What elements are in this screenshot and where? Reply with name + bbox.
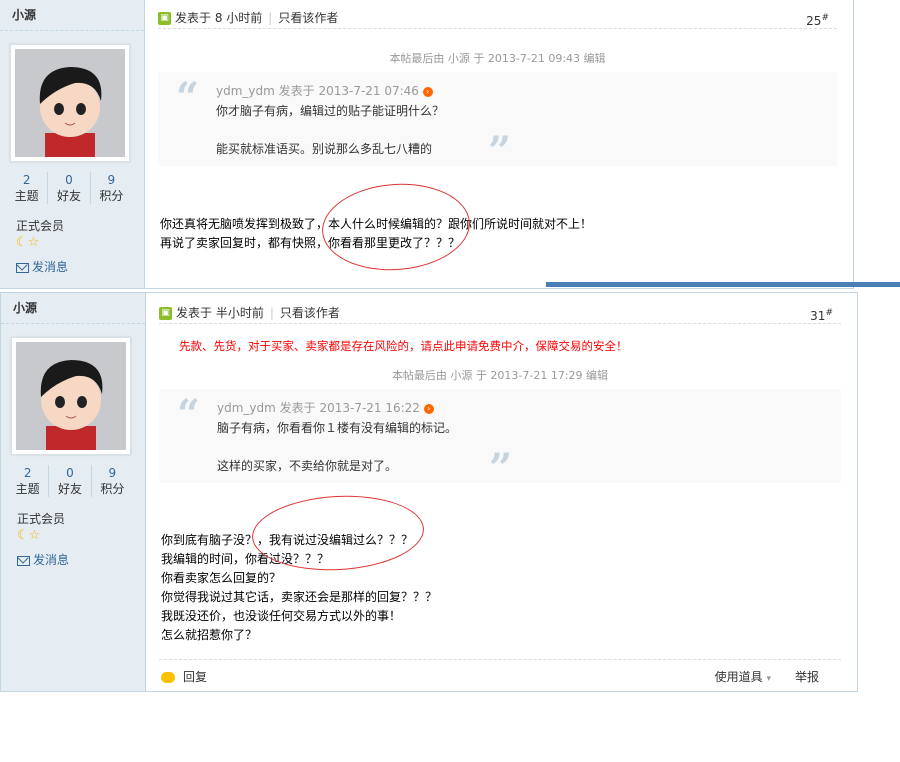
post-body-line: 怎么就招惹你了？ <box>161 628 258 642</box>
report-link[interactable]: 举报 <box>795 668 819 685</box>
quote-line: 脑子有病，你看看你１楼有没有编辑的标记。 <box>217 421 458 435</box>
stat-friends[interactable]: 0 好友 <box>47 172 89 204</box>
use-tools-menu[interactable]: 使用道具 ▾ <box>715 668 771 685</box>
quote-line: 这样的买家，不卖给你就是对了。 <box>217 459 398 473</box>
avatar-image <box>15 49 125 157</box>
post-31: 小源 2 主题 0 好友 9 积分 正式会员 ☾☆ 发消息 ▣ 发表于 半小时前… <box>0 292 858 692</box>
stat-points[interactable]: 9 积分 <box>89 172 132 204</box>
avatar[interactable] <box>11 337 131 455</box>
user-sidebar: 小源 2 主题 0 好友 9 积分 正式会员 ☾☆ 发消息 <box>1 293 146 691</box>
moon-icon: ☾ <box>17 528 29 543</box>
send-message-link[interactable]: 发消息 <box>16 258 68 275</box>
quote-block: “ ydm_ydm 发表于 2013-7-21 07:46 › 你才脑子有病，编… <box>158 72 837 175</box>
open-quote-icon: “ <box>177 391 201 438</box>
quote-block: “ ydm_ydm 发表于 2013-7-21 16:22 › 脑子有病，你看看… <box>159 389 841 492</box>
close-quote-icon: ” <box>489 445 513 492</box>
post-header: ▣ 发表于 8 小时前 | 只看该作者 25# <box>158 8 837 29</box>
dropdown-arrow-icon: ▾ <box>766 674 771 684</box>
floor-number[interactable]: 25# <box>806 8 829 31</box>
user-rank[interactable]: 正式会员 <box>16 217 64 234</box>
avatar-image <box>16 342 126 450</box>
stat-threads[interactable]: 2 主题 <box>6 172 47 204</box>
post-icon: ▣ <box>158 12 171 25</box>
user-rank[interactable]: 正式会员 <box>17 510 65 527</box>
quote-header: ydm_ydm 发表于 2013-7-21 16:22 › <box>217 399 434 416</box>
separator: | <box>269 306 274 320</box>
post-footer: 回复 使用道具 ▾ 举报 <box>159 659 841 690</box>
post-header: ▣ 发表于 半小时前 | 只看该作者 31# <box>159 303 841 324</box>
separator: | <box>268 11 273 25</box>
escrow-notice-link[interactable]: 先款、先货，对于买家、卖家都是存在风险的，请点此申请免费中介，保障交易的安全！ <box>179 338 628 354</box>
post-body-line: 你觉得我说过其它话，卖家还会是那样的回复？？？ <box>161 590 438 604</box>
quote-line: 你才脑子有病，编辑过的贴子能证明什么？ <box>216 104 445 118</box>
stat-friends[interactable]: 0 好友 <box>48 465 90 497</box>
goto-icon[interactable]: › <box>423 403 434 414</box>
post-content: ▣ 发表于 半小时前 | 只看该作者 31# 先款、先货，对于买家、卖家都是存在风险的… <box>159 293 841 691</box>
rank-stars: ☾☆ <box>16 235 39 250</box>
quote-line: 能买就标准语买。别说那么多乱七八糟的 <box>216 142 433 156</box>
post-body-line: 我既没还价，也没谈任何交易方式以外的事！ <box>161 609 402 623</box>
edited-note: 本帖最后由 小源 于 2013-7-21 09:43 编辑 <box>389 52 606 65</box>
send-message-link[interactable]: 发消息 <box>17 551 69 568</box>
only-author-link[interactable]: 只看该作者 <box>278 11 338 25</box>
close-quote-icon: ” <box>488 128 512 175</box>
star-icon: ☆ <box>28 528 41 543</box>
star-icon: ☆ <box>27 235 40 250</box>
posted-time: 发表于 半小时前 <box>176 306 264 320</box>
avatar[interactable] <box>10 44 130 162</box>
user-stats: 2 主题 0 好友 9 积分 <box>6 172 132 204</box>
moon-icon: ☾ <box>16 235 28 250</box>
floor-number[interactable]: 31# <box>810 303 833 326</box>
quote-header: ydm_ydm 发表于 2013-7-21 07:46 › <box>216 82 433 99</box>
mail-icon <box>16 262 29 273</box>
mail-icon <box>17 555 30 566</box>
post-icon: ▣ <box>159 307 172 320</box>
posted-time: 发表于 8 小时前 <box>175 11 263 25</box>
rank-stars: ☾☆ <box>17 528 40 543</box>
stat-points[interactable]: 9 积分 <box>90 465 133 497</box>
stat-threads[interactable]: 2 主题 <box>7 465 48 497</box>
reply-icon <box>161 672 175 683</box>
edited-note: 本帖最后由 小源 于 2013-7-21 17:29 编辑 <box>391 369 609 382</box>
open-quote-icon: “ <box>176 74 200 121</box>
post-content: ▣ 发表于 8 小时前 | 只看该作者 25# 本帖最后由 小源 于 2013-7-2… <box>158 0 837 288</box>
username-link[interactable]: 小源 <box>0 0 144 31</box>
horizontal-scrollbar[interactable] <box>546 282 900 287</box>
reply-button[interactable]: 回复 <box>161 668 207 685</box>
user-stats: 2 主题 0 好友 9 积分 <box>7 465 133 497</box>
user-sidebar: 小源 2 主题 0 好友 9 积分 正式会员 ☾☆ 发消息 <box>0 0 145 288</box>
goto-icon[interactable]: › <box>422 86 433 97</box>
post-body-line: 你看卖家怎么回复的？ <box>161 571 282 585</box>
username-link[interactable]: 小源 <box>1 293 145 324</box>
only-author-link[interactable]: 只看该作者 <box>280 306 340 320</box>
